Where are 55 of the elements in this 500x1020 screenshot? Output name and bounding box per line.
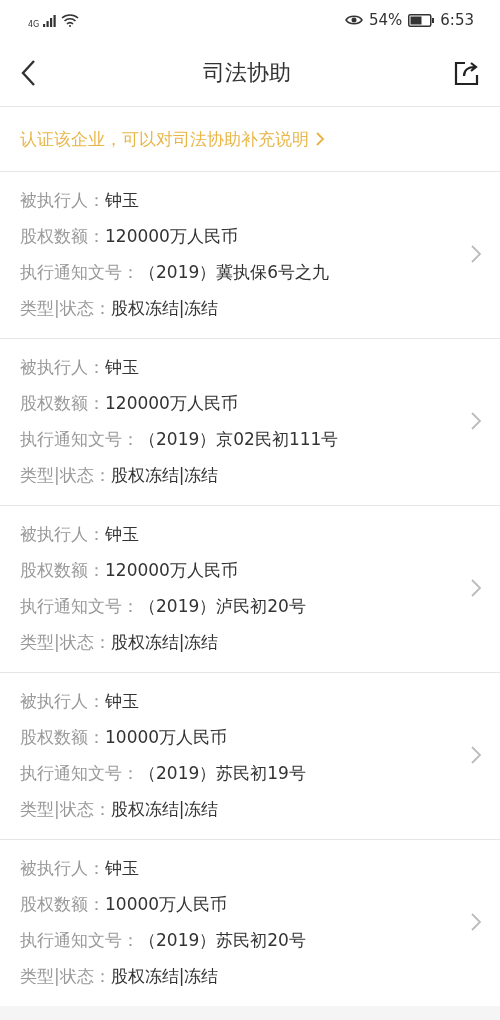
battery-percentage: 54% <box>368 11 403 29</box>
field-value: 120000万人民币 <box>105 224 238 248</box>
field-value: （2019）苏民初20号 <box>139 928 306 952</box>
battery-icon <box>408 13 435 27</box>
chevron-right-icon <box>315 131 325 147</box>
field-label: 被执行人： <box>20 355 105 379</box>
page-title: 司法协助 <box>203 59 291 87</box>
field-value: 钟玉 <box>105 522 139 546</box>
field-label: 执行通知文号： <box>20 260 139 284</box>
field-label: 执行通知文号： <box>20 427 139 451</box>
field-value: 股权冻结|冻结 <box>110 964 219 988</box>
eye-icon <box>344 14 363 26</box>
field-value: 钟玉 <box>105 689 139 713</box>
field-label: 类型|状态： <box>20 296 111 320</box>
field-value: 120000万人民币 <box>105 558 238 582</box>
share-icon <box>454 60 480 86</box>
clock-time: 6:53 <box>440 11 474 29</box>
field-value: 120000万人民币 <box>105 391 238 415</box>
signal-icon <box>43 13 58 27</box>
chevron-right-icon[interactable] <box>470 578 482 598</box>
field-label: 股权数额： <box>20 391 105 415</box>
field-value: （2019）冀执保6号之九 <box>139 260 330 284</box>
field-label: 执行通知文号： <box>20 761 139 785</box>
field-label: 股权数额： <box>20 892 105 916</box>
field-label: 执行通知文号： <box>20 594 139 618</box>
field-label: 类型|状态： <box>20 964 111 988</box>
field-label: 股权数额： <box>20 224 105 248</box>
network-label: 4G <box>28 19 40 29</box>
field-label: 执行通知文号： <box>20 928 139 952</box>
field-label: 股权数额： <box>20 558 105 582</box>
field-value: （2019）泸民初20号 <box>139 594 306 618</box>
field-value: 钟玉 <box>105 856 139 880</box>
wifi-icon <box>61 13 80 27</box>
field-value: （2019）苏民初19号 <box>139 761 306 785</box>
field-value: 股权冻结|冻结 <box>110 797 219 821</box>
field-label: 被执行人： <box>20 856 105 880</box>
field-value: （2019）京02民初111号 <box>139 427 339 451</box>
field-label: 股权数额： <box>20 725 105 749</box>
field-value: 股权冻结|冻结 <box>110 296 219 320</box>
field-label: 被执行人： <box>20 188 105 212</box>
chevron-right-icon[interactable] <box>470 912 482 932</box>
field-value: 10000万人民币 <box>105 725 228 749</box>
field-value: 10000万人民币 <box>105 892 228 916</box>
field-value: 钟玉 <box>105 188 139 212</box>
field-value: 钟玉 <box>105 355 139 379</box>
chevron-right-icon[interactable] <box>470 745 482 765</box>
field-label: 被执行人： <box>20 689 105 713</box>
field-value: 股权冻结|冻结 <box>110 463 219 487</box>
chevron-right-icon[interactable] <box>470 411 482 431</box>
field-label: 类型|状态： <box>20 463 111 487</box>
field-label: 被执行人： <box>20 522 105 546</box>
field-label: 类型|状态： <box>20 630 111 654</box>
field-label: 类型|状态： <box>20 797 111 821</box>
field-value: 股权冻结|冻结 <box>110 630 219 654</box>
chevron-right-icon[interactable] <box>470 244 482 264</box>
